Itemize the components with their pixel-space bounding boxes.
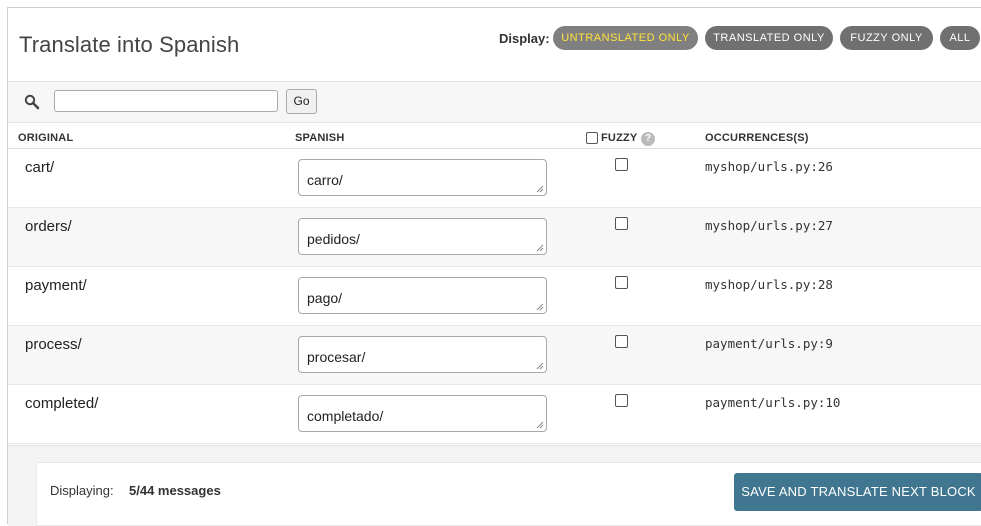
- translation-input[interactable]: carro/: [298, 159, 547, 196]
- fuzzy-checkbox[interactable]: [615, 217, 628, 230]
- translation-input[interactable]: procesar/: [298, 336, 547, 373]
- table-row: payment/ pago/ myshop/urls.py:28: [8, 267, 981, 326]
- translation-input[interactable]: completado/: [298, 395, 547, 432]
- table-row: orders/ pedidos/ myshop/urls.py:27: [8, 208, 981, 267]
- original-text: completed/: [25, 395, 99, 412]
- occurrence-text: payment/urls.py:10: [705, 395, 841, 410]
- search-bar: Go: [8, 81, 981, 123]
- go-button[interactable]: Go: [286, 89, 317, 114]
- fuzzy-checkbox[interactable]: [615, 335, 628, 348]
- footer: Displaying: 5/44 messages SAVE AND TRANS…: [8, 445, 981, 526]
- fuzzy-checkbox[interactable]: [615, 394, 628, 407]
- occurrence-text: payment/urls.py:9: [705, 336, 833, 351]
- occurrence-text: myshop/urls.py:26: [705, 159, 833, 174]
- occurrence-text: myshop/urls.py:28: [705, 277, 833, 292]
- table-row: cart/ carro/ myshop/urls.py:26: [8, 149, 981, 208]
- resize-handle-icon[interactable]: [536, 303, 544, 311]
- column-header-occurrences: OCCURRENCES(S): [705, 132, 809, 144]
- occurrence-text: myshop/urls.py:27: [705, 218, 833, 233]
- displaying-label: Displaying:: [50, 483, 114, 498]
- translation-value: procesar/: [307, 349, 366, 365]
- original-text: cart/: [25, 159, 55, 176]
- resize-handle-icon[interactable]: [536, 185, 544, 193]
- footer-bar: Displaying: 5/44 messages SAVE AND TRANS…: [36, 462, 981, 526]
- resize-handle-icon[interactable]: [536, 421, 544, 429]
- translation-value: pedidos/: [307, 231, 360, 247]
- column-header-fuzzy: FUZZY: [601, 132, 638, 144]
- filter-all[interactable]: ALL: [940, 26, 980, 50]
- translation-value: pago/: [307, 290, 343, 306]
- message-count: 5/44 messages: [129, 483, 221, 498]
- page-title: Translate into Spanish: [19, 32, 240, 57]
- original-text: process/: [25, 336, 82, 353]
- search-icon: [24, 94, 40, 110]
- fuzzy-checkbox[interactable]: [615, 158, 628, 171]
- column-header-translation: SPANISH: [295, 132, 345, 144]
- translation-panel: Translate into Spanish Display: UNTRANSL…: [7, 7, 981, 526]
- translation-input[interactable]: pago/: [298, 277, 547, 314]
- search-input[interactable]: [54, 90, 278, 112]
- resize-handle-icon[interactable]: [536, 244, 544, 252]
- resize-handle-icon[interactable]: [536, 362, 544, 370]
- filter-untranslated-only[interactable]: UNTRANSLATED ONLY: [553, 26, 698, 50]
- help-icon[interactable]: ?: [641, 132, 655, 146]
- translation-input[interactable]: pedidos/: [298, 218, 547, 255]
- fuzzy-checkbox[interactable]: [615, 276, 628, 289]
- header: Translate into Spanish Display: UNTRANSL…: [8, 8, 981, 80]
- save-and-translate-next-button[interactable]: SAVE AND TRANSLATE NEXT BLOCK: [734, 473, 981, 511]
- original-text: payment/: [25, 277, 87, 294]
- display-filter-label: Display:: [499, 31, 550, 46]
- table-row: completed/ completado/ payment/urls.py:1…: [8, 385, 981, 444]
- table-row: process/ procesar/ payment/urls.py:9: [8, 326, 981, 385]
- filter-fuzzy-only[interactable]: FUZZY ONLY: [840, 26, 933, 50]
- translation-value: carro/: [307, 172, 343, 188]
- filter-translated-only[interactable]: TRANSLATED ONLY: [705, 26, 833, 50]
- original-text: orders/: [25, 218, 72, 235]
- fuzzy-select-all-checkbox[interactable]: [586, 132, 598, 144]
- column-header-original: ORIGINAL: [18, 132, 74, 144]
- translation-value: completado/: [307, 408, 384, 424]
